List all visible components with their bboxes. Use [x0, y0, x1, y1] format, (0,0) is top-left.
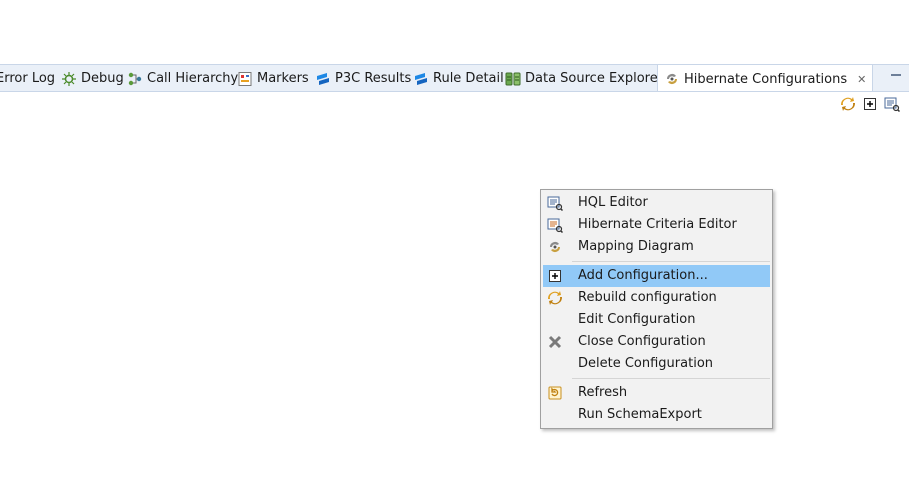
- tab-label: P3C Results: [335, 71, 412, 86]
- tab-error-log[interactable]: Error Log: [0, 65, 56, 91]
- tab-label: Call Hierarchy: [147, 71, 239, 86]
- tab-rule-detail[interactable]: Rule Detail: [413, 65, 504, 91]
- menu-item-add-configuration[interactable]: Add Configuration...: [543, 265, 770, 287]
- tab-data-source-explorer[interactable]: Data Source Explorer: [505, 65, 664, 91]
- close-tab-icon[interactable]: ✕: [857, 66, 866, 92]
- minimize-icon[interactable]: [891, 74, 901, 76]
- tab-debug[interactable]: Debug: [61, 65, 124, 91]
- menu-item-run-schemaexport[interactable]: Run SchemaExport: [543, 404, 770, 426]
- tab-label: Rule Detail: [433, 71, 504, 86]
- menu-separator: [572, 261, 770, 262]
- tab-label: Hibernate Configurations: [684, 71, 848, 87]
- tab-label: Data Source Explorer: [525, 71, 664, 86]
- tab-call-hierarchy[interactable]: Call Hierarchy: [127, 65, 239, 91]
- tab-label: Debug: [81, 71, 124, 86]
- rule-detail-icon: [413, 71, 429, 87]
- tab-hibernate-configurations[interactable]: Hibernate Configurations ✕: [657, 65, 874, 92]
- criteria-editor-icon: [547, 217, 563, 233]
- menu-item-refresh[interactable]: Refresh: [543, 382, 770, 404]
- hibernate-icon: [664, 71, 680, 87]
- data-source-icon: [505, 71, 521, 87]
- add-icon: [547, 268, 563, 284]
- close-x-icon: [547, 334, 563, 350]
- view-tab-bar: Error Log Debug Call Hierarchy Markers P…: [0, 64, 909, 92]
- call-hierarchy-icon: [127, 71, 143, 87]
- menu-item-hql-editor[interactable]: HQL Editor: [543, 192, 770, 214]
- rebuild-icon: [547, 290, 563, 306]
- tab-markers[interactable]: Markers: [237, 65, 309, 91]
- p3c-icon: [315, 71, 331, 87]
- tab-label: Error Log: [0, 71, 56, 86]
- mapping-diagram-icon: [547, 239, 563, 255]
- tab-p3c-results[interactable]: P3C Results: [315, 65, 412, 91]
- hql-editor-icon[interactable]: [884, 96, 900, 112]
- tab-label: Markers: [257, 71, 309, 86]
- rebuild-icon[interactable]: [840, 96, 856, 112]
- refresh-icon: [547, 385, 563, 401]
- view-toolbar: [840, 96, 900, 112]
- menu-item-mapping-diagram[interactable]: Mapping Diagram: [543, 236, 770, 258]
- context-menu: HQL Editor Hibernate Criteria Editor Map…: [540, 189, 773, 429]
- menu-item-close-configuration[interactable]: Close Configuration: [543, 331, 770, 353]
- debug-icon: [61, 71, 77, 87]
- menu-item-rebuild-configuration[interactable]: Rebuild configuration: [543, 287, 770, 309]
- markers-icon: [237, 71, 253, 87]
- add-icon[interactable]: [862, 96, 878, 112]
- menu-item-edit-configuration[interactable]: Edit Configuration: [543, 309, 770, 331]
- hql-editor-icon: [547, 195, 563, 211]
- menu-separator: [572, 378, 770, 379]
- menu-item-criteria-editor[interactable]: Hibernate Criteria Editor: [543, 214, 770, 236]
- menu-item-delete-configuration[interactable]: Delete Configuration: [543, 353, 770, 375]
